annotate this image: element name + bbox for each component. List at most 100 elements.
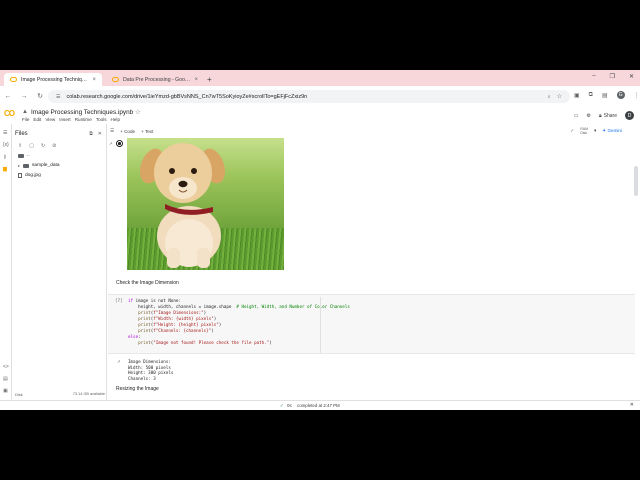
menu-insert[interactable]: Insert [59,117,71,122]
close-icon[interactable]: × [92,77,96,83]
code-token: ) [211,328,214,333]
tab-data-preprocessing[interactable]: Data Pre Processing - Google Colab × [106,73,204,86]
refresh-icon[interactable]: ↻ [41,143,45,149]
reload-icon[interactable]: ↻ [36,92,44,100]
folder-icon [23,163,30,168]
close-icon[interactable]: × [194,77,198,83]
maximize-icon[interactable]: ❐ [610,73,615,80]
site-info-icon[interactable]: ☰ [56,94,60,100]
menu-bar: File Edit View Insert Runtime Tools Help [22,117,120,122]
close-icon[interactable]: ✕ [630,402,634,408]
terminal-icon[interactable]: ▣ [3,388,8,394]
notebook-title-text: Image Processing Techniques.ipynb [31,109,134,116]
variables-icon[interactable]: {x} [3,142,9,148]
puppy-illustration [139,143,226,268]
output-line: Height: 300 pixels [128,370,174,376]
output-menu-icon[interactable]: ↗ [117,359,120,364]
code-token: f"Channels: {channels}" [153,328,212,333]
colab-favicon-icon [112,77,119,82]
settings-gear-icon[interactable]: ⚙ [587,113,591,119]
forward-icon[interactable]: → [20,93,28,100]
menu-tools[interactable]: Tools [96,117,107,122]
files-panel-title: Files [15,131,28,137]
output-line: Channels: 3 [128,375,156,381]
minimize-icon[interactable]: – [592,73,595,80]
close-window-icon[interactable]: ✕ [629,73,634,80]
mount-drive-icon[interactable]: ⊘ [52,143,56,149]
code-token: print [128,310,151,315]
files-panel: Files ⧉ ✕ ⇪ ▢ ↻ ⊘ .. ▸ sample_data dog.j… [12,124,107,410]
file-name: sample_data [32,163,60,168]
new-folder-icon[interactable]: ▢ [29,143,34,149]
extensions-puzzle-icon[interactable]: ⧉ [589,92,593,99]
notebook-title[interactable]: Image Processing Techniques.ipynb ☆ [31,108,141,116]
drive-icon: ▲ [22,109,28,115]
output-line: Image Dimensions: [128,359,171,364]
menu-help[interactable]: Help [111,117,120,122]
code-token: f"Image Dimensions:" [153,310,204,315]
code-token: : [138,334,141,339]
address-bar[interactable]: ☰ colab.research.google.com/drive/1ieYmz… [48,90,570,103]
code-token: f"Width: {width} pixels" [153,316,214,321]
upload-icon[interactable]: ⇪ [18,143,22,149]
menu-file[interactable]: File [22,117,29,122]
command-palette-icon[interactable]: ▤ [3,376,8,382]
files-folder-icon[interactable]: ▆ [3,166,7,172]
list-item-parent-folder[interactable]: .. [18,153,30,158]
menu-icon[interactable]: ☰ [110,128,114,134]
close-icon[interactable]: ✕ [98,131,102,137]
gemini-sparkle-icon: ✦ [602,128,607,133]
menu-edit[interactable]: Edit [33,117,41,122]
window-controls: – ❐ ✕ [592,73,634,80]
open-in-tab-icon[interactable]: ⧉ [89,131,93,137]
bookmark-star-icon[interactable]: ☆ [557,93,562,100]
runtime-dropdown-icon[interactable]: ▾ [594,128,596,134]
screen: Image Processing Techniques.ipynb - Cola… [0,70,640,410]
profile-avatar[interactable]: G [616,91,625,99]
output-menu-icon[interactable]: ↗ [109,141,112,146]
connected-check-icon: ✓ [570,128,575,133]
notebook-toolbar: ☰ + Code + Text ✓ RAM Disk ▾ ✦ Gemini [108,126,640,136]
code-token: # Height, Width, and Number of Color Cha… [236,304,350,309]
colab-logo[interactable]: CO [4,109,15,118]
menu-runtime[interactable]: Runtime [75,117,92,122]
user-avatar[interactable]: D [625,111,634,120]
toolbar-right: ✓ RAM Disk ▾ ✦ Gemini [570,127,622,135]
back-icon[interactable]: ← [4,93,12,100]
chevron-right-icon[interactable]: ▸ [18,163,20,168]
scrollbar[interactable] [634,166,638,196]
menu-kebab-icon[interactable]: ⋮ [634,92,640,99]
tab-image-processing[interactable]: Image Processing Techniques.ipynb - Cola… [4,73,102,86]
list-item-sample-data[interactable]: ▸ sample_data [18,163,59,168]
code-snippets-icon[interactable]: <> [3,364,9,370]
resources-indicator[interactable]: RAM Disk [580,127,588,135]
secrets-key-icon[interactable]: ⚷ [3,154,7,160]
sidebar-icon[interactable]: ▤ [602,92,608,99]
code-line: print("Image not found! Please check the… [128,340,350,346]
run-cell-button[interactable] [116,140,123,147]
code-cell[interactable]: [7] if image is not None: height, width,… [108,294,635,354]
zoom-icon[interactable]: ⌕ [548,94,551,100]
new-tab-button[interactable]: + [207,75,212,84]
code-token: ) [269,340,272,345]
menu-view[interactable]: View [45,117,55,122]
tab-title: Data Pre Processing - Google Colab [123,76,191,83]
success-check-icon: ✓ [280,403,284,408]
add-text-button[interactable]: + Text [141,129,153,134]
gemini-button[interactable]: ✦ Gemini [602,128,622,134]
markdown-resize[interactable]: Resizing the Image [116,386,159,392]
ruler-line [320,297,321,353]
code-token: "Image not found! Please check the file … [153,340,270,345]
star-icon[interactable]: ☆ [135,109,141,116]
list-item-dog-jpg[interactable]: dog.jpg [18,173,41,178]
share-button[interactable]: 🔒︎ Share [599,113,617,119]
lock-icon: 🔒︎ [598,112,602,119]
code-token: else [128,334,139,339]
extension-icon[interactable]: ▣ [574,92,580,99]
toc-icon[interactable]: ☰ [3,130,7,136]
add-code-button[interactable]: + Code [120,129,135,134]
code-editor[interactable]: if image is not None: height, width, cha… [128,298,350,346]
code-token: ) [218,322,222,327]
comment-icon[interactable]: ▭ [574,113,579,119]
markdown-check-dimension[interactable]: Check the Image Dimension [116,280,179,286]
